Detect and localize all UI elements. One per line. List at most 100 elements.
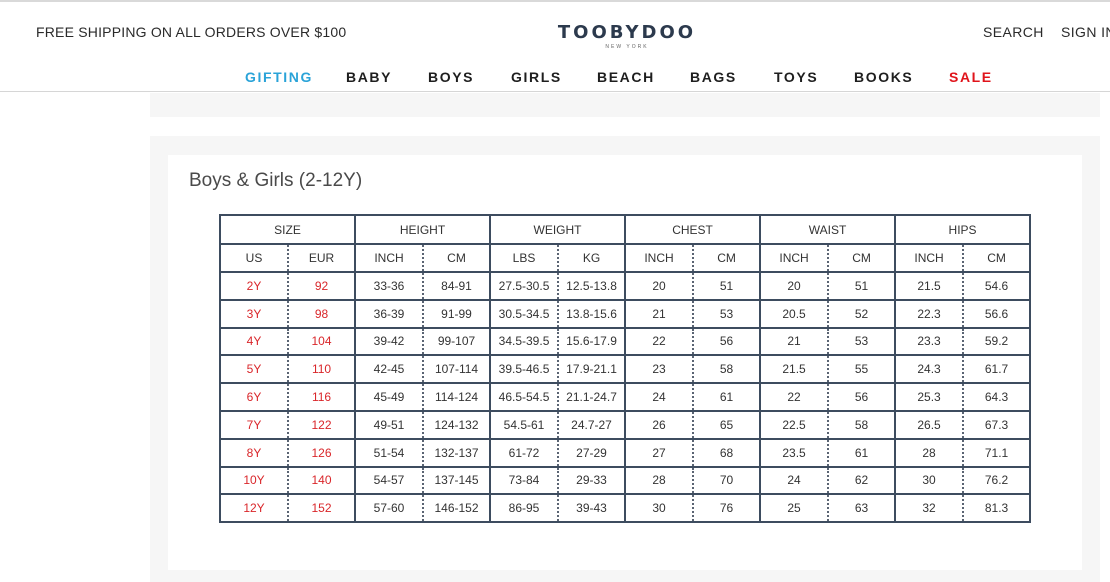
size-cell: 92 [286, 272, 356, 301]
measurement-cell: 25.3 [894, 383, 964, 412]
group-header: WAIST [759, 215, 896, 245]
subheader: EUR [286, 244, 356, 273]
measurement-cell: 36-39 [354, 299, 424, 329]
measurement-cell: 27.5-30.5 [489, 272, 559, 301]
nav-toys[interactable]: TOYS [774, 69, 818, 85]
measurement-cell: 52 [827, 299, 896, 329]
measurement-cell: 25 [759, 494, 829, 524]
size-cell: 12Y [219, 494, 288, 524]
measurement-cell: 23 [624, 355, 694, 385]
measurement-cell: 57-60 [354, 494, 424, 524]
measurement-cell: 39-43 [557, 494, 626, 524]
content-band [150, 93, 1100, 117]
nav-girls[interactable]: GIRLS [511, 69, 562, 85]
measurement-cell: 30 [624, 494, 694, 524]
measurement-cell: 67.3 [962, 410, 1031, 440]
measurement-cell: 81.3 [962, 494, 1031, 524]
nav-sale[interactable]: SALE [949, 69, 993, 85]
measurement-cell: 22.3 [894, 299, 964, 329]
measurement-cell: 54.5-61 [489, 410, 559, 440]
measurement-cell: 76 [692, 494, 761, 524]
measurement-cell: 30 [894, 466, 964, 496]
measurement-cell: 46.5-54.5 [489, 383, 559, 412]
measurement-cell: 65 [692, 410, 761, 440]
measurement-cell: 23.5 [759, 438, 829, 468]
measurement-cell: 13.8-15.6 [557, 299, 626, 329]
nav-books[interactable]: BOOKS [854, 69, 913, 85]
measurement-cell: 20.5 [759, 299, 829, 329]
measurement-cell: 64.3 [962, 383, 1031, 412]
nav-bags[interactable]: BAGS [690, 69, 737, 85]
measurement-cell: 61 [827, 438, 896, 468]
measurement-cell: 24.3 [894, 355, 964, 385]
measurement-cell: 21 [624, 299, 694, 329]
search-link[interactable]: SEARCH [983, 24, 1044, 40]
measurement-cell: 58 [827, 410, 896, 440]
measurement-cell: 21 [759, 327, 829, 357]
subheader: INCH [894, 244, 964, 273]
measurement-cell: 34.5-39.5 [489, 327, 559, 357]
measurement-cell: 51 [827, 272, 896, 301]
measurement-cell: 61 [692, 383, 761, 412]
measurement-cell: 56.6 [962, 299, 1031, 329]
subheader-row: US EUR INCH CM LBS KG INCH CM INCH CM IN… [219, 244, 1031, 273]
table-row: 2Y 92 33-36 84-91 27.5-30.5 12.5-13.8 20 51 20 51… [219, 272, 1031, 301]
table-row: 4Y 104 39-42 99-107 34.5-39.5 15.6-17.9 22 56 21… [219, 327, 1031, 357]
measurement-cell: 30.5-34.5 [489, 299, 559, 329]
measurement-cell: 146-152 [422, 494, 491, 524]
measurement-cell: 20 [759, 272, 829, 301]
size-chart-title: Boys & Girls (2-12Y) [189, 170, 363, 191]
measurement-cell: 17.9-21.1 [557, 355, 626, 385]
measurement-cell: 54-57 [354, 466, 424, 496]
size-cell: 10Y [219, 466, 288, 496]
measurement-cell: 58 [692, 355, 761, 385]
measurement-cell: 42-45 [354, 355, 424, 385]
measurement-cell: 39.5-46.5 [489, 355, 559, 385]
size-cell: 6Y [219, 383, 288, 412]
measurement-cell: 22 [624, 327, 694, 357]
measurement-cell: 20 [624, 272, 694, 301]
size-cell: 8Y [219, 438, 288, 468]
size-cell: 140 [286, 466, 356, 496]
measurement-cell: 70 [692, 466, 761, 496]
size-cell: 110 [286, 355, 356, 385]
measurement-cell: 51 [692, 272, 761, 301]
measurement-cell: 71.1 [962, 438, 1031, 468]
table-row: 7Y 122 49-51 124-132 54.5-61 24.7-27 26 65 22.5 5… [219, 410, 1031, 440]
size-cell: 5Y [219, 355, 288, 385]
measurement-cell: 55 [827, 355, 896, 385]
measurement-cell: 63 [827, 494, 896, 524]
group-header: CHEST [624, 215, 761, 245]
measurement-cell: 27-29 [557, 438, 626, 468]
sign-in-link[interactable]: SIGN IN [1061, 24, 1110, 40]
logo-tagline: NEW YORK [605, 44, 649, 50]
subheader: INCH [624, 244, 694, 273]
size-cell: 152 [286, 494, 356, 524]
size-cell: 7Y [219, 410, 288, 440]
site-header: FREE SHIPPING ON ALL ORDERS OVER $100 TO… [0, 2, 1110, 92]
measurement-cell: 91-99 [422, 299, 491, 329]
measurement-cell: 56 [827, 383, 896, 412]
measurement-cell: 21.5 [759, 355, 829, 385]
nav-baby[interactable]: BABY [346, 69, 392, 85]
measurement-cell: 32 [894, 494, 964, 524]
measurement-cell: 49-51 [354, 410, 424, 440]
toobydoo-logo[interactable]: TOOBYDOO NEW YORK [552, 22, 702, 50]
main-nav: GIFTING BABY BOYS GIRLS BEACH BAGS TOYS … [0, 69, 1110, 87]
measurement-cell: 53 [692, 299, 761, 329]
logo-wordmark: TOOBYDOO [557, 22, 697, 43]
nav-gifting[interactable]: GIFTING [245, 69, 313, 85]
table-row: 10Y 140 54-57 137-145 73-84 29-33 28 70 24 62 30 76… [219, 466, 1031, 496]
measurement-cell: 26 [624, 410, 694, 440]
measurement-cell: 24 [624, 383, 694, 412]
measurement-cell: 56 [692, 327, 761, 357]
measurement-cell: 23.3 [894, 327, 964, 357]
table-row: 8Y 126 51-54 132-137 61-72 27-29 27 68 23.5 61 28 7… [219, 438, 1031, 468]
nav-boys[interactable]: BOYS [428, 69, 474, 85]
measurement-cell: 53 [827, 327, 896, 357]
nav-beach[interactable]: BEACH [597, 69, 655, 85]
measurement-cell: 21.5 [894, 272, 964, 301]
measurement-cell: 24 [759, 466, 829, 496]
size-cell: 122 [286, 410, 356, 440]
size-cell: 98 [286, 299, 356, 329]
